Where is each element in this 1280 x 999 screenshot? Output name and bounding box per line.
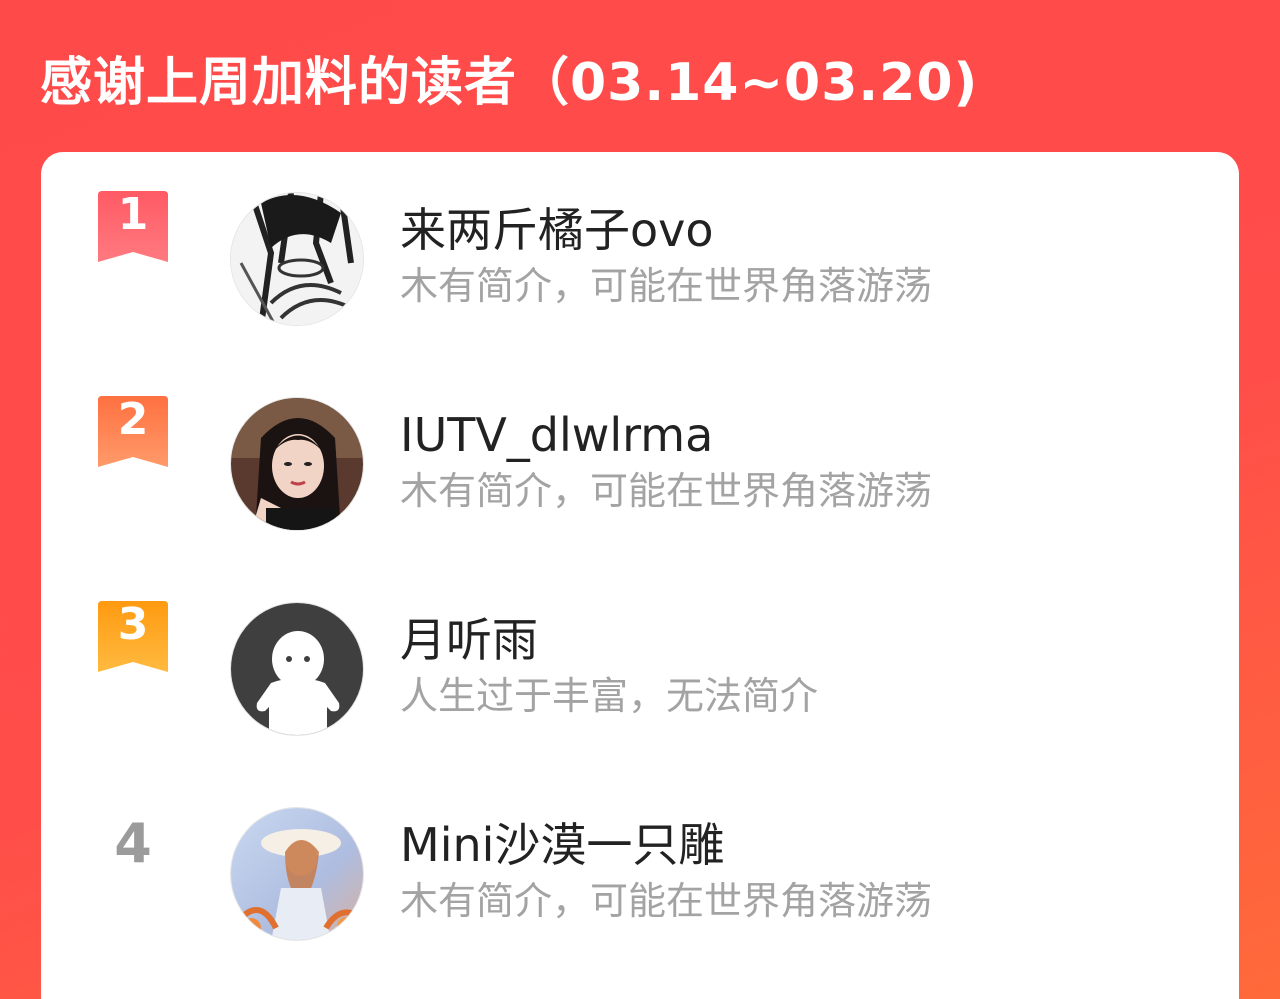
reader-name[interactable]: Mini沙漠一只雕 bbox=[400, 815, 724, 875]
reader-row[interactable]: 3 月听雨 人生过于丰富，无法简介 bbox=[41, 562, 1239, 736]
default-avatar-icon bbox=[231, 603, 363, 735]
illustration-avatar-icon bbox=[231, 808, 363, 940]
reader-name[interactable]: 来两斤橘子ovo bbox=[400, 200, 714, 260]
reader-list-card: 1 来两斤橘子ovo 木有简介，可能在世界角落游荡 2 IUTV_dlwlrma… bbox=[41, 152, 1239, 999]
rank-number: 2 bbox=[117, 394, 149, 445]
photo-avatar-icon bbox=[231, 398, 363, 530]
avatar[interactable] bbox=[230, 602, 364, 736]
reader-row[interactable]: 4 Mini沙漠一只雕 木有简介，可能在世界角落游荡 bbox=[41, 767, 1239, 941]
rank-number: 4 bbox=[114, 812, 152, 875]
rank-badge-2: 2 bbox=[98, 394, 168, 467]
reader-bio: 木有简介，可能在世界角落游荡 bbox=[400, 469, 933, 513]
reader-row[interactable]: 2 IUTV_dlwlrma 木有简介，可能在世界角落游荡 bbox=[41, 357, 1239, 531]
rank-badge-3: 3 bbox=[98, 599, 168, 672]
reader-name[interactable]: 月听雨 bbox=[400, 610, 538, 670]
manga-avatar-icon bbox=[231, 193, 363, 325]
avatar[interactable] bbox=[230, 807, 364, 941]
avatar[interactable] bbox=[230, 192, 364, 326]
rank-number: 3 bbox=[117, 599, 149, 650]
page-title: 感谢上周加料的读者（03.14~03.20) bbox=[40, 53, 979, 113]
reader-bio: 木有简介，可能在世界角落游荡 bbox=[400, 264, 933, 308]
reader-bio: 木有简介，可能在世界角落游荡 bbox=[400, 879, 933, 923]
rank-number: 1 bbox=[117, 189, 149, 240]
rank-badge-1: 1 bbox=[98, 189, 168, 262]
reader-bio: 人生过于丰富，无法简介 bbox=[400, 674, 819, 718]
reader-row[interactable]: 1 来两斤橘子ovo 木有简介，可能在世界角落游荡 bbox=[41, 152, 1239, 326]
reader-name[interactable]: IUTV_dlwlrma bbox=[400, 405, 713, 465]
avatar[interactable] bbox=[230, 397, 364, 531]
